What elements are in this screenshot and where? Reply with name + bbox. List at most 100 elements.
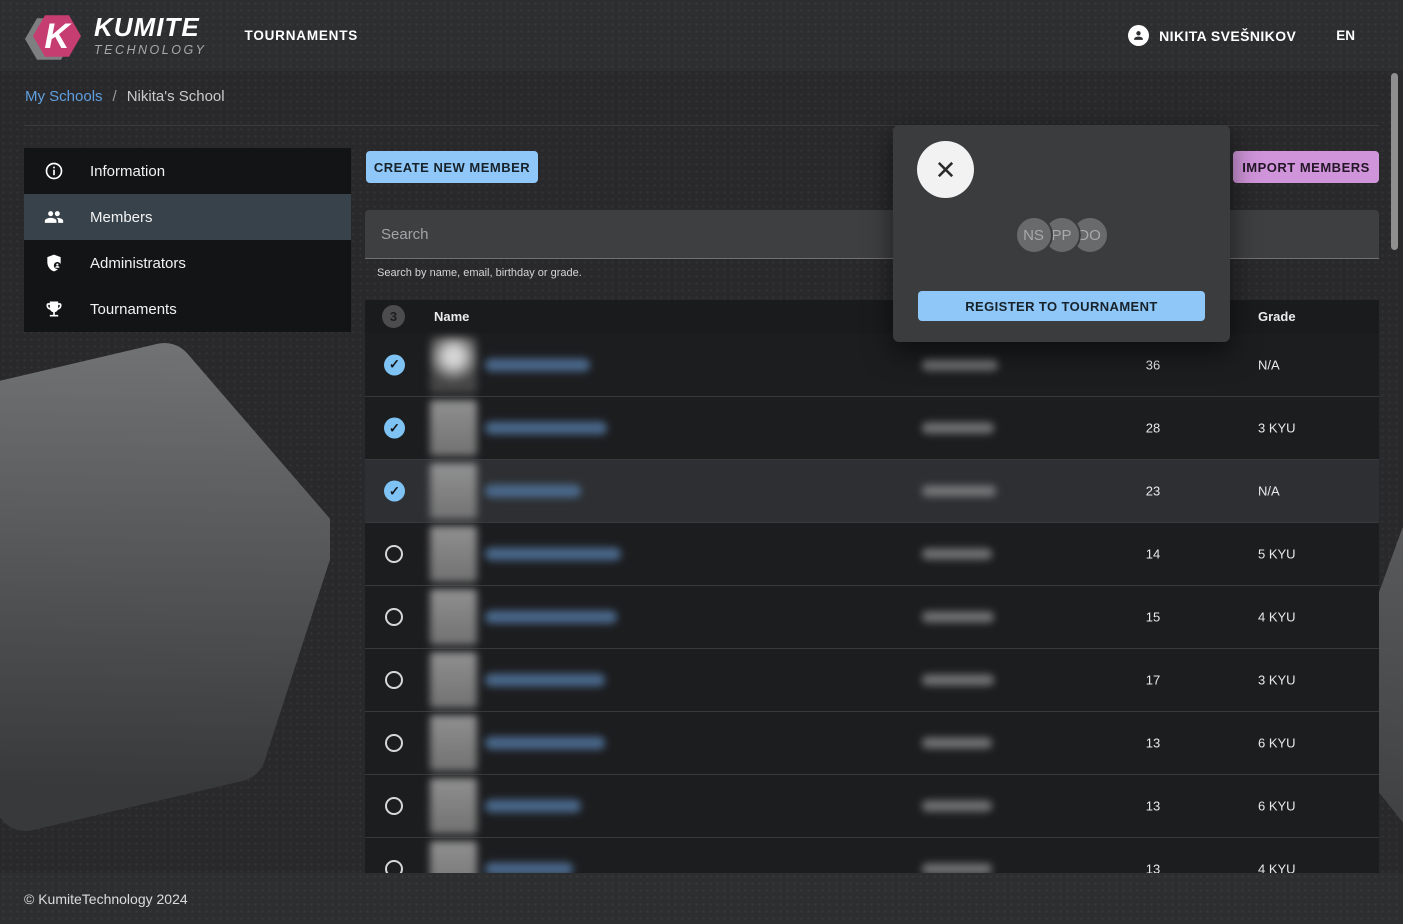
member-name-link-redacted[interactable] — [485, 863, 573, 874]
age-value: 13 — [1135, 736, 1171, 751]
school-sidebar: Information Members Administrators Tourn… — [24, 148, 351, 332]
language-selector[interactable]: EN — [1336, 28, 1355, 43]
register-dialog: ✕ NSPPDO REGISTER TO TOURNAMENT — [893, 125, 1230, 342]
member-photo-blurred — [430, 400, 477, 456]
member-photo-blurred — [430, 715, 477, 771]
table-row: ✓ 28 3 KYU — [365, 396, 1379, 459]
kumite-logo-icon: K — [24, 9, 86, 63]
selected-count-badge: 3 — [382, 305, 405, 328]
age-value: 36 — [1135, 357, 1171, 372]
copyright-text: © KumiteTechnology 2024 — [24, 891, 188, 907]
sidebar-item-tournaments[interactable]: Tournaments — [24, 286, 351, 332]
member-photo-blurred — [430, 778, 477, 834]
grade-value: N/A — [1258, 357, 1280, 372]
member-photo-blurred — [430, 589, 477, 645]
member-photo-blurred — [430, 652, 477, 708]
birthday-redacted — [922, 359, 998, 370]
member-name-link-redacted[interactable] — [485, 358, 590, 371]
svg-text:K: K — [44, 17, 72, 56]
brand-logo[interactable]: K KUMITE TECHNOLOGY — [24, 9, 207, 63]
row-checkbox-unchecked[interactable] — [385, 545, 403, 563]
vertical-scrollbar-thumb[interactable] — [1391, 73, 1398, 250]
age-value: 13 — [1135, 862, 1171, 874]
member-name-link-redacted[interactable] — [485, 674, 605, 687]
member-name-link-redacted[interactable] — [485, 611, 617, 624]
background-hexagon-left — [0, 322, 330, 852]
breadcrumb: My Schools / Nikita's School — [25, 88, 225, 105]
member-photo-blurred — [430, 337, 477, 393]
grade-value: 4 KYU — [1258, 610, 1296, 625]
table-row: 15 4 KYU — [365, 585, 1379, 648]
grade-value: 5 KYU — [1258, 547, 1296, 562]
row-checkbox-unchecked[interactable] — [385, 734, 403, 752]
member-photo-blurred — [430, 841, 477, 873]
table-row: 13 4 KYU — [365, 837, 1379, 873]
column-header-name[interactable]: Name — [434, 309, 469, 324]
search-helper-text: Search by name, email, birthday or grade… — [377, 267, 582, 279]
member-name-link-redacted[interactable] — [485, 422, 607, 435]
row-checkbox-unchecked[interactable] — [385, 671, 403, 689]
row-checkbox-unchecked[interactable] — [385, 608, 403, 626]
member-name-link-redacted[interactable] — [485, 548, 621, 561]
member-photo-blurred — [430, 526, 477, 582]
register-to-tournament-button[interactable]: REGISTER TO TOURNAMENT — [918, 291, 1205, 321]
birthday-redacted — [922, 549, 992, 560]
member-name-link-redacted[interactable] — [485, 737, 605, 750]
birthday-redacted — [922, 675, 994, 686]
row-checkbox-checked[interactable]: ✓ — [384, 418, 405, 439]
breadcrumb-my-schools[interactable]: My Schools — [25, 88, 103, 105]
table-row: 13 6 KYU — [365, 774, 1379, 837]
nav-tournaments[interactable]: TOURNAMENTS — [245, 28, 359, 43]
grade-value: N/A — [1258, 484, 1280, 499]
member-avatar-initials: NS — [1015, 216, 1053, 254]
birthday-redacted — [922, 486, 996, 497]
breadcrumb-separator: / — [113, 88, 117, 105]
sidebar-item-administrators[interactable]: Administrators — [24, 240, 351, 286]
user-name: NIKITA SVEŠNIKOV — [1159, 28, 1296, 44]
admin-shield-icon — [44, 253, 64, 273]
age-value: 28 — [1135, 421, 1171, 436]
table-row: 14 5 KYU — [365, 522, 1379, 585]
trophy-icon — [44, 299, 64, 319]
birthday-redacted — [922, 423, 994, 434]
close-icon[interactable]: ✕ — [917, 141, 974, 198]
age-value: 23 — [1135, 484, 1171, 499]
row-checkbox-unchecked[interactable] — [385, 797, 403, 815]
row-checkbox-checked[interactable]: ✓ — [384, 481, 405, 502]
table-row: ✓ 36 N/A — [365, 333, 1379, 396]
members-icon — [44, 207, 64, 227]
table-row: ✓ 23 N/A — [365, 459, 1379, 522]
sidebar-item-information[interactable]: Information — [24, 148, 351, 194]
members-table: 3 Name Grade ✓ 36 N/A ✓ 28 3 KYU ✓ 23 N/A 14 5 KYU… — [365, 300, 1379, 873]
grade-value: 6 KYU — [1258, 799, 1296, 814]
page-footer: © KumiteTechnology 2024 — [0, 873, 1403, 924]
top-navbar: K KUMITE TECHNOLOGY TOURNAMENTS NIKITA S… — [0, 0, 1403, 71]
birthday-redacted — [922, 612, 994, 623]
breadcrumb-current: Nikita's School — [127, 88, 225, 105]
sidebar-item-label: Administrators — [90, 255, 186, 272]
grade-value: 3 KYU — [1258, 673, 1296, 688]
sidebar-item-members[interactable]: Members — [24, 194, 351, 240]
grade-value: 3 KYU — [1258, 421, 1296, 436]
member-name-link-redacted[interactable] — [485, 800, 581, 813]
import-members-button[interactable]: IMPORT MEMBERS — [1233, 151, 1379, 183]
age-value: 14 — [1135, 547, 1171, 562]
create-new-member-button[interactable]: CREATE NEW MEMBER — [366, 151, 538, 183]
row-checkbox-unchecked[interactable] — [385, 860, 403, 873]
sidebar-item-label: Members — [90, 209, 153, 226]
age-value: 13 — [1135, 799, 1171, 814]
grade-value: 4 KYU — [1258, 862, 1296, 874]
grade-value: 6 KYU — [1258, 736, 1296, 751]
row-checkbox-checked[interactable]: ✓ — [384, 354, 405, 375]
member-name-link-redacted[interactable] — [485, 485, 581, 498]
column-header-grade[interactable]: Grade — [1258, 309, 1296, 324]
table-row: 173 KYU — [365, 648, 1379, 711]
age-value: 15 — [1135, 610, 1171, 625]
sidebar-item-label: Tournaments — [90, 301, 177, 318]
selected-members-avatars: NSPPDO — [893, 216, 1230, 254]
table-row: 13 6 KYU — [365, 711, 1379, 774]
table-body: ✓ 36 N/A ✓ 28 3 KYU ✓ 23 N/A 14 5 KYU 15 4 KYU 173 KY… — [365, 333, 1379, 873]
user-menu[interactable]: NIKITA SVEŠNIKOV — [1128, 25, 1296, 46]
birthday-redacted — [922, 864, 992, 874]
user-avatar-icon — [1128, 25, 1149, 46]
